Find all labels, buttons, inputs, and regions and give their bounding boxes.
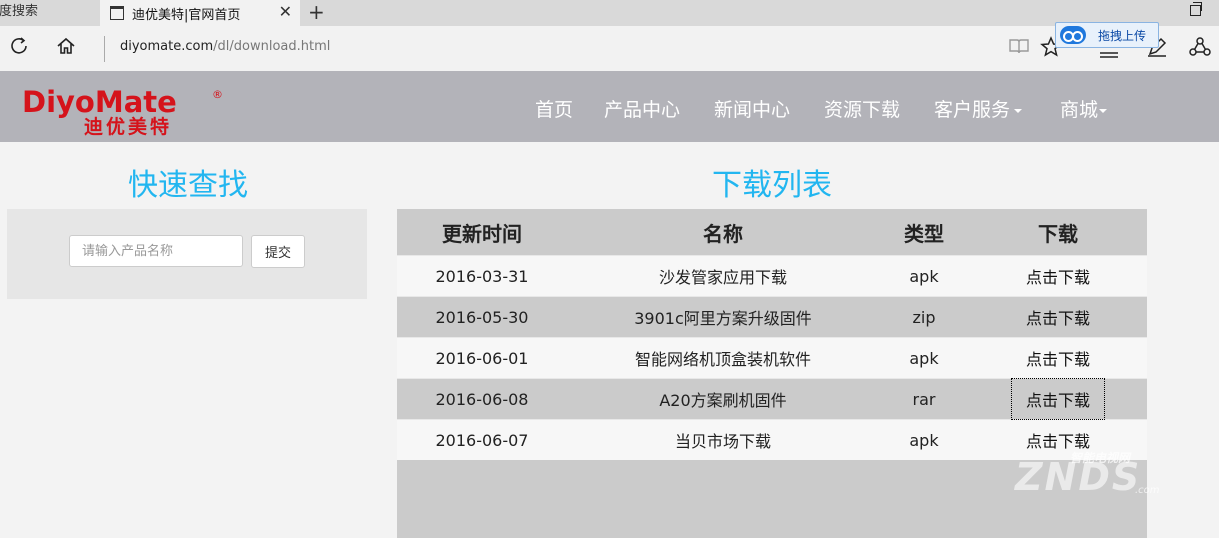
column-header-download: 下载 (1038, 221, 1078, 246)
nav-item-downloads[interactable]: 资源下载 (824, 95, 900, 122)
reading-view-icon[interactable] (1008, 36, 1030, 61)
nav-item-home[interactable]: 首页 (535, 95, 573, 122)
table-row: 2016-03-31 沙发管家应用下载 apk 点击下载 (397, 255, 1147, 297)
column-header-date: 更新时间 (442, 221, 522, 246)
tab-title: 迪优美特|官网首页 (132, 8, 241, 23)
browser-tab-bar: 百度搜索 迪优美特|官网首页 ✕ + (0, 0, 1219, 26)
cell-name: 智能网络机顶盒装机软件 (567, 337, 879, 379)
diyomate-logo[interactable]: DiyoMate ® 迪优美特 (22, 87, 223, 138)
table-header-row: 更新时间 名称 类型 下载 (397, 209, 1147, 256)
nav-label: 资源下载 (824, 99, 901, 121)
restore-window-icon[interactable] (1190, 2, 1202, 16)
refresh-icon[interactable] (9, 36, 29, 61)
download-list-panel: 更新时间 名称 类型 下载 2016-03-31 沙发管家应用下载 apk 点击… (397, 209, 1147, 538)
product-search-input[interactable] (69, 235, 243, 267)
baidu-upload-label: 拖拽上传 (1098, 29, 1147, 43)
cell-download: 点击下载 (969, 378, 1147, 420)
download-list-title: 下载列表 (712, 168, 832, 203)
page-icon (110, 6, 124, 20)
share-icon[interactable] (1188, 36, 1212, 63)
column-header-type: 类型 (904, 221, 944, 246)
quick-search-title: 快速查找 (128, 168, 248, 203)
download-table: 更新时间 名称 类型 下载 2016-03-31 沙发管家应用下载 apk 点击… (397, 209, 1147, 460)
baidu-upload-widget[interactable]: 拖拽上传 (1055, 22, 1159, 48)
cell-name: A20方案刷机固件 (567, 378, 879, 420)
cell-type: apk (879, 419, 969, 460)
nav-label: 首页 (535, 99, 574, 121)
cell-download: 点击下载 (969, 296, 1147, 338)
cell-date: 2016-06-01 (397, 337, 567, 379)
cell-type: zip (879, 296, 969, 338)
nav-label: 产品中心 (604, 99, 681, 121)
cell-download: 点击下载 (969, 419, 1147, 460)
cell-name: 沙发管家应用下载 (567, 255, 879, 297)
cell-download: 点击下载 (969, 255, 1147, 297)
download-link[interactable]: 点击下载 (1010, 378, 1106, 420)
nav-item-customer-service[interactable]: 客户服务 (934, 95, 1023, 122)
table-row: 2016-06-08 A20方案刷机固件 rar 点击下载 (397, 378, 1147, 420)
site-header: DiyoMate ® 迪优美特 首页 产品中心 新闻中心 资源下载 客户服务 商… (0, 71, 1219, 142)
download-link[interactable]: 点击下载 (1012, 256, 1104, 296)
cell-date: 2016-05-30 (397, 296, 567, 338)
nav-item-mall[interactable]: 商城 (1060, 95, 1108, 122)
cell-date: 2016-06-07 (397, 419, 567, 460)
cell-type: apk (879, 255, 969, 297)
home-icon[interactable] (56, 36, 76, 61)
logo-text-cn: 迪优美特 (84, 116, 173, 138)
url-field[interactable]: diyomate.com/dl/download.html (120, 39, 330, 54)
caret-down-icon (1099, 108, 1108, 113)
cell-date: 2016-03-31 (397, 255, 567, 297)
download-link[interactable]: 点击下载 (1012, 338, 1104, 378)
cell-type: apk (879, 337, 969, 379)
table-row: 2016-06-07 当贝市场下载 apk 点击下载 (397, 419, 1147, 460)
url-host: diyomate.com (120, 39, 214, 54)
cell-name: 3901c阿里方案升级固件 (567, 296, 879, 338)
nav-item-news[interactable]: 新闻中心 (714, 95, 790, 122)
cell-name: 当贝市场下载 (567, 419, 879, 460)
cell-type: rar (879, 378, 969, 420)
address-bar: diyomate.com/dl/download.html (0, 26, 1219, 71)
quick-search-panel: 提交 (7, 209, 367, 299)
table-row: 2016-06-01 智能网络机顶盒装机软件 apk 点击下载 (397, 337, 1147, 379)
column-header-name: 名称 (703, 221, 743, 246)
cell-download: 点击下载 (969, 337, 1147, 379)
tab-active[interactable]: 迪优美特|官网首页 ✕ (100, 0, 300, 26)
download-link[interactable]: 点击下载 (1012, 297, 1104, 337)
new-tab-button[interactable]: + (308, 0, 325, 24)
cell-date: 2016-06-08 (397, 378, 567, 420)
nav-label: 客户服务 (934, 99, 1011, 121)
table-row: 2016-05-30 3901c阿里方案升级固件 zip 点击下载 (397, 296, 1147, 338)
address-divider (104, 36, 105, 62)
caret-down-icon (1014, 108, 1023, 113)
url-path: /dl/download.html (213, 39, 331, 54)
close-tab-icon[interactable]: ✕ (279, 2, 292, 21)
tab-previous[interactable]: 百度搜索 (0, 0, 86, 26)
nav-item-products[interactable]: 产品中心 (604, 95, 680, 122)
download-link[interactable]: 点击下载 (1012, 420, 1104, 460)
baidu-cloud-icon (1060, 26, 1086, 44)
submit-button[interactable]: 提交 (251, 235, 305, 268)
nav-label: 新闻中心 (714, 99, 791, 121)
nav-label: 商城 (1060, 99, 1099, 121)
logo-registered-mark: ® (212, 88, 223, 101)
